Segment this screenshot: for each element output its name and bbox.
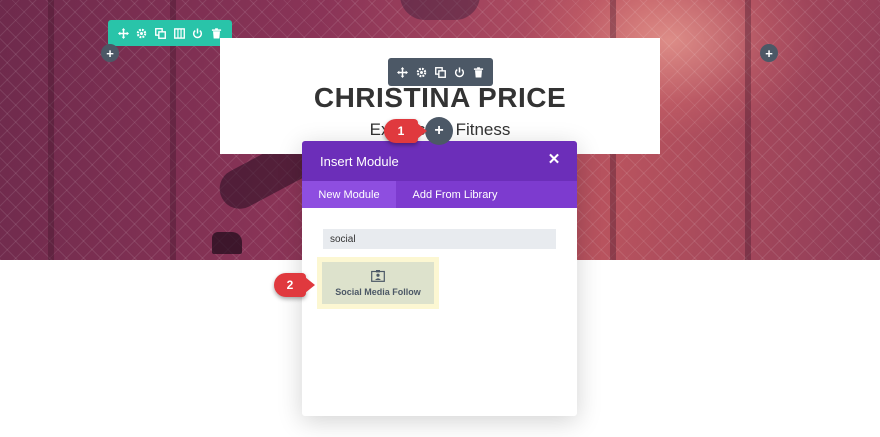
duplicate-icon[interactable] <box>434 65 448 79</box>
gear-icon[interactable] <box>135 26 149 40</box>
fence-post <box>745 0 751 260</box>
columns-icon[interactable] <box>172 26 186 40</box>
close-icon[interactable]: ✕ <box>547 152 561 168</box>
add-column-plus-icon[interactable]: + <box>760 44 778 62</box>
power-icon[interactable] <box>453 65 467 79</box>
move-icon[interactable] <box>116 26 130 40</box>
row-toolbar <box>108 20 232 46</box>
runner-shoe <box>212 232 242 254</box>
add-row-plus-icon[interactable]: + <box>101 44 119 62</box>
module-search-input[interactable] <box>323 229 556 249</box>
module-toolbar <box>388 58 493 86</box>
gear-icon[interactable] <box>415 65 429 79</box>
add-module-plus-icon[interactable]: + <box>425 117 453 145</box>
step-callout-2: 2 <box>274 273 315 297</box>
module-option-label: Social Media Follow <box>335 286 421 297</box>
tab-new-module[interactable]: New Module <box>302 181 396 208</box>
fence-post <box>48 0 54 260</box>
duplicate-icon[interactable] <box>154 26 168 40</box>
tab-add-from-library[interactable]: Add From Library <box>396 181 514 208</box>
module-option-social-media-follow[interactable]: Social Media Follow <box>322 262 434 304</box>
step-callout-1: 1 <box>384 119 427 143</box>
modal-title: Insert Module <box>320 154 399 169</box>
move-icon[interactable] <box>396 65 410 79</box>
power-icon[interactable] <box>191 26 205 40</box>
builder-canvas: + + CHRISTINA PRICE Exercise & Fitness I… <box>0 0 880 437</box>
modal-tab-bar: New Module Add From Library <box>302 181 577 208</box>
insert-module-modal: Insert Module ✕ New Module Add From Libr… <box>302 141 577 416</box>
result-highlight: Social Media Follow <box>317 257 439 309</box>
trash-icon[interactable] <box>472 65 486 79</box>
social-follow-icon <box>371 269 385 282</box>
modal-header: Insert Module ✕ <box>302 141 577 181</box>
page-title: CHRISTINA PRICE <box>313 82 567 113</box>
